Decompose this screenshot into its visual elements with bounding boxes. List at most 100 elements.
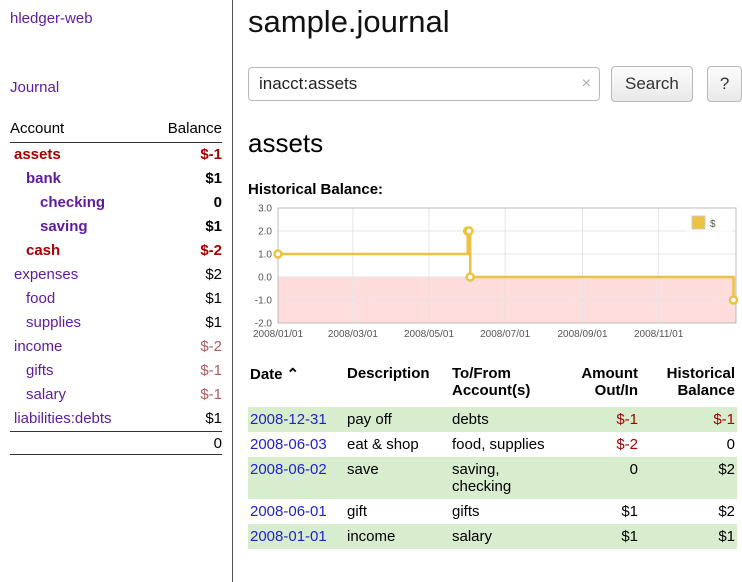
account-heading: assets (248, 128, 742, 159)
register-row: 2008-06-03 eat & shop food, supplies $-2… (248, 432, 737, 457)
help-button[interactable]: ? (707, 66, 742, 102)
transaction-balance: $1 (640, 524, 737, 549)
transaction-amount: $1 (560, 524, 640, 549)
account-balance: $1 (205, 287, 222, 311)
sidebar-account-cash[interactable]: cash (10, 239, 60, 263)
transaction-amount: 0 (560, 457, 640, 499)
transaction-description: pay off (345, 407, 450, 432)
sidebar-account-expenses[interactable]: expenses (10, 263, 78, 287)
register-header-date[interactable]: Date⌃ (248, 363, 345, 407)
sort-ascending-icon: ⌃ (287, 366, 300, 383)
register-table: Date⌃ Description To/From Account(s) Amo… (248, 363, 737, 549)
transaction-date-link[interactable]: 2008-01-01 (250, 528, 327, 545)
transaction-amount: $-1 (560, 407, 640, 432)
svg-text:$: $ (710, 219, 716, 230)
app-title-link[interactable]: hledger-web (10, 10, 222, 27)
transaction-description: eat & shop (345, 432, 450, 457)
historical-balance-chart: 3.02.01.00.0-1.0-2.02008/01/012008/03/01… (248, 204, 742, 347)
date-header-label: Date (250, 366, 283, 383)
page-title: sample.journal (248, 4, 742, 40)
svg-text:0.0: 0.0 (258, 273, 272, 284)
account-balance: $-2 (200, 239, 222, 263)
account-row: assets $-1 (10, 143, 222, 167)
account-balance: $-1 (200, 383, 222, 407)
svg-text:2008/03/01: 2008/03/01 (328, 329, 378, 340)
svg-text:2008/11/01: 2008/11/01 (634, 329, 684, 340)
search-button[interactable]: Search (611, 66, 693, 102)
register-header-description: Description (345, 363, 450, 407)
account-balance: $1 (205, 215, 222, 239)
sidebar-account-saving[interactable]: saving (10, 215, 88, 239)
account-balance: $-1 (200, 359, 222, 383)
accounts-total-value: 0 (214, 435, 222, 452)
clear-search-icon[interactable]: × (582, 75, 591, 93)
account-balance: $2 (205, 263, 222, 287)
account-row: saving $1 (10, 215, 222, 239)
search-input[interactable] (248, 67, 600, 101)
register-header-balance: Historical Balance (640, 363, 737, 407)
accounts-table-header: Account Balance (10, 120, 222, 143)
accounts-header-account: Account (10, 120, 64, 137)
search-form: × Search ? (248, 66, 742, 102)
account-balance: $-2 (200, 335, 222, 359)
account-row: liabilities:debts $1 (10, 407, 222, 431)
transaction-balance: $2 (640, 499, 737, 524)
sidebar-account-gifts[interactable]: gifts (10, 359, 54, 383)
sidebar-item-journal[interactable]: Journal (10, 79, 222, 96)
sidebar-account-income[interactable]: income (10, 335, 62, 359)
transaction-amount: $1 (560, 499, 640, 524)
account-row: income $-2 (10, 335, 222, 359)
sidebar-account-checking[interactable]: checking (10, 191, 105, 215)
accounts-total: 0 (10, 431, 222, 455)
transaction-description: save (345, 457, 450, 499)
register-row: 2008-06-01 gift gifts $1 $2 (248, 499, 737, 524)
account-row: gifts $-1 (10, 359, 222, 383)
transaction-description: gift (345, 499, 450, 524)
account-row: supplies $1 (10, 311, 222, 335)
svg-text:3.0: 3.0 (258, 204, 272, 215)
account-row: cash $-2 (10, 239, 222, 263)
sidebar-account-liabilities-debts[interactable]: liabilities:debts (10, 407, 112, 431)
transaction-balance: 0 (640, 432, 737, 457)
account-row: food $1 (10, 287, 222, 311)
chart-label: Historical Balance: (248, 181, 742, 198)
account-balance: 0 (214, 191, 222, 215)
sidebar-account-food[interactable]: food (10, 287, 55, 311)
register-row: 2008-01-01 income salary $1 $1 (248, 524, 737, 549)
transaction-account: salary (450, 524, 560, 549)
register-header-row: Date⌃ Description To/From Account(s) Amo… (248, 363, 737, 407)
sidebar: hledger-web Journal Account Balance asse… (0, 0, 233, 582)
account-balance: $1 (205, 167, 222, 191)
svg-text:2008/05/01: 2008/05/01 (404, 329, 454, 340)
sidebar-account-supplies[interactable]: supplies (10, 311, 81, 335)
svg-text:2.0: 2.0 (258, 227, 272, 238)
svg-text:2008/07/01: 2008/07/01 (480, 329, 530, 340)
transaction-account: food, supplies (450, 432, 560, 457)
register-row: 2008-06-02 save saving, checking 0 $2 (248, 457, 737, 499)
transaction-balance: $2 (640, 457, 737, 499)
svg-text:2008/01/01: 2008/01/01 (253, 329, 303, 340)
sidebar-account-bank[interactable]: bank (10, 167, 61, 191)
svg-text:-1.0: -1.0 (255, 296, 273, 307)
register-header-account: To/From Account(s) (450, 363, 560, 407)
search-input-wrap: × (248, 67, 600, 101)
register-row: 2008-12-31 pay off debts $-1 $-1 (248, 407, 737, 432)
sidebar-account-assets[interactable]: assets (10, 143, 61, 167)
transaction-date-link[interactable]: 2008-06-02 (250, 461, 327, 478)
accounts-table: Account Balance assets $-1 bank $1 check… (10, 120, 222, 455)
transaction-date-link[interactable]: 2008-12-31 (250, 411, 327, 428)
transaction-balance: $-1 (640, 407, 737, 432)
transaction-account: saving, checking (450, 457, 560, 499)
transaction-account: gifts (450, 499, 560, 524)
svg-text:-2.0: -2.0 (255, 319, 273, 330)
accounts-header-balance: Balance (168, 120, 222, 137)
transaction-account: debts (450, 407, 560, 432)
transaction-date-link[interactable]: 2008-06-01 (250, 503, 327, 520)
account-row: bank $1 (10, 167, 222, 191)
chart-svg: 3.02.01.00.0-1.0-2.02008/01/012008/03/01… (248, 204, 742, 342)
transaction-date-link[interactable]: 2008-06-03 (250, 436, 327, 453)
account-row: expenses $2 (10, 263, 222, 287)
sidebar-account-salary[interactable]: salary (10, 383, 66, 407)
transaction-amount: $-2 (560, 432, 640, 457)
register-header-amount: Amount Out/In (560, 363, 640, 407)
